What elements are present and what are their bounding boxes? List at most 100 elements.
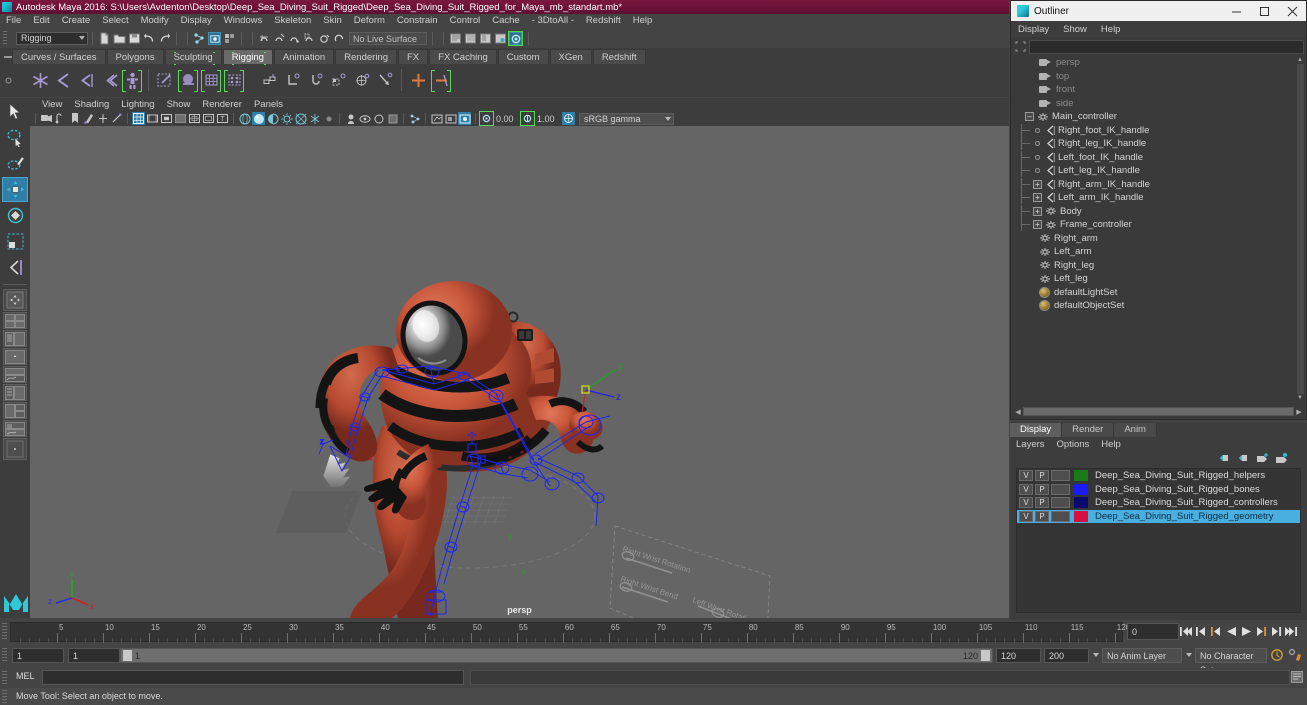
range-slider-grip[interactable]	[2, 648, 7, 662]
menu-windows[interactable]: Windows	[218, 14, 269, 28]
pole-vector-constraint-icon[interactable]	[375, 69, 395, 91]
xray-icon[interactable]	[358, 112, 371, 125]
menu-display[interactable]: Display	[175, 14, 218, 28]
expand-icon[interactable]: +	[1033, 193, 1042, 203]
outliner-menu-show[interactable]: Show	[1056, 24, 1094, 35]
add-influence-icon[interactable]	[408, 69, 428, 91]
play-backwards-icon[interactable]	[1225, 625, 1237, 639]
insert-joint-icon[interactable]	[99, 69, 119, 91]
layer-playback-toggle[interactable]: P	[1035, 510, 1049, 522]
viewport-menu-renderer[interactable]: Renderer	[196, 99, 248, 110]
expand-icon[interactable]: +	[1033, 220, 1042, 230]
shelf-tab-polygons[interactable]: Polygons	[106, 49, 164, 64]
snap-to-grid-button[interactable]	[258, 32, 271, 45]
scale-constraint-icon[interactable]	[329, 69, 349, 91]
go-to-end-icon[interactable]	[1285, 625, 1297, 639]
step-back-frame-icon[interactable]	[1210, 625, 1222, 639]
shelf-tab-sculpting[interactable]: Sculpting	[164, 49, 222, 65]
anim-end-field[interactable]: 200	[1044, 648, 1089, 663]
new-layer-from-selected-icon[interactable]	[1275, 452, 1287, 464]
outliner-item[interactable]: defaultObjectSet	[1013, 299, 1300, 313]
layer-row[interactable]: V P Deep_Sea_Diving_Suit_Rigged_controller…	[1017, 496, 1300, 510]
layer-color-swatch[interactable]	[1074, 497, 1088, 509]
expand-icon[interactable]: +	[1033, 206, 1042, 216]
cluster-deformer-icon[interactable]	[224, 69, 244, 92]
quick-layout-persp-graph-button[interactable]	[3, 366, 27, 383]
outliner-search-input[interactable]	[1029, 39, 1304, 54]
shelf-tab-fx[interactable]: FX	[398, 49, 429, 64]
exposure-toggle-icon[interactable]	[479, 111, 494, 126]
snap-to-view-plane-button[interactable]	[318, 32, 331, 45]
menu-deform[interactable]: Deform	[348, 14, 391, 28]
step-forward-key-icon[interactable]	[1270, 625, 1282, 639]
layer-visibility-toggle[interactable]: V	[1019, 483, 1033, 495]
layers-menu[interactable]: Layers	[1010, 439, 1051, 450]
select-by-hierarchy-button[interactable]	[193, 32, 206, 45]
layer-playback-toggle[interactable]: P	[1035, 497, 1049, 509]
outliner-item[interactable]: Right_leg_IK_handle	[1013, 137, 1300, 151]
grease-pencil-icon[interactable]	[110, 112, 123, 125]
tab-display[interactable]: Display	[1010, 423, 1063, 437]
paint-select-tool-button[interactable]	[2, 151, 28, 176]
menu-constrain[interactable]: Constrain	[391, 14, 444, 28]
range-start-handle[interactable]	[123, 650, 132, 661]
quick-layout-outliner-graph-button[interactable]	[3, 402, 27, 419]
command-output[interactable]	[470, 670, 1290, 685]
film-gate-icon[interactable]	[146, 112, 159, 125]
show-channel-box-button[interactable]	[479, 32, 492, 45]
resolution-gate-icon[interactable]	[160, 112, 173, 125]
lattice-deformer-icon[interactable]	[201, 69, 221, 92]
time-slider-track[interactable]: 5 10 15 20 25 30 35 40 45 50 55 60 65 70 75 80 85 90 95 100…	[10, 622, 1130, 643]
outliner-item[interactable]: + Frame_controller	[1013, 218, 1300, 232]
wireframe-shading-icon[interactable]	[238, 112, 251, 125]
outliner-item[interactable]: + Right_arm_IK_handle	[1013, 177, 1300, 192]
help-line-grip[interactable]	[2, 690, 7, 703]
menu-file[interactable]: File	[0, 14, 27, 28]
outliner-item[interactable]: top	[1013, 70, 1300, 84]
outliner-item[interactable]: Left_foot_IK_handle	[1013, 150, 1300, 165]
help-menu[interactable]: Help	[1095, 439, 1127, 450]
select-tool-button[interactable]	[2, 99, 28, 124]
show-modeling-toolkit-button[interactable]	[494, 32, 507, 45]
outliner-item[interactable]: Left_arm	[1013, 245, 1300, 259]
expand-icon[interactable]: +	[1033, 179, 1042, 189]
scroll-up-arrow-icon[interactable]: ▲	[1296, 56, 1304, 64]
show-attribute-editor-button[interactable]	[449, 32, 462, 45]
outliner-menu-display[interactable]: Display	[1011, 24, 1056, 35]
select-camera-icon[interactable]	[40, 112, 53, 125]
shelf-tab-custom[interactable]: Custom	[497, 49, 549, 64]
scroll-thumb[interactable]	[1023, 407, 1294, 416]
menu-modify[interactable]: Modify	[135, 14, 175, 28]
viewport-menu-lighting[interactable]: Lighting	[115, 99, 160, 110]
chevron-down-icon[interactable]	[1093, 653, 1099, 657]
menu-control[interactable]: Control	[444, 14, 487, 28]
shelf-tab-rendering[interactable]: Rendering	[335, 49, 397, 64]
outliner-item[interactable]: Left_leg_IK_handle	[1013, 164, 1300, 178]
make-live-button[interactable]	[333, 32, 346, 45]
scale-tool-button[interactable]	[2, 229, 28, 254]
outliner-item[interactable]: Right_foot_IK_handle	[1013, 123, 1300, 138]
outliner-item[interactable]: Right_arm	[1013, 232, 1300, 246]
tab-anim[interactable]: Anim	[1114, 423, 1157, 437]
layer-color-swatch[interactable]	[1074, 510, 1088, 522]
gamma-value[interactable]: 1.00	[535, 114, 561, 124]
menu-redshift[interactable]: Redshift	[580, 14, 627, 28]
undo-button[interactable]	[143, 32, 156, 45]
character-set-combo[interactable]: No Character Set	[1195, 648, 1267, 675]
outliner-item[interactable]: + Body	[1013, 204, 1300, 219]
menu-help[interactable]: Help	[627, 14, 659, 28]
layer-shading-toggle[interactable]	[1051, 470, 1070, 482]
step-back-key-icon[interactable]	[1195, 625, 1207, 639]
snap-to-projected-center-button[interactable]	[303, 32, 316, 45]
bind-skin-icon[interactable]	[122, 69, 142, 92]
playback-end-field[interactable]: 120	[996, 648, 1041, 663]
screen-space-ao-icon[interactable]	[308, 112, 321, 125]
rotate-tool-button[interactable]	[2, 203, 28, 228]
anim-start-field[interactable]: 1	[12, 648, 64, 663]
outliner-tree[interactable]: persp top front side – Main_controller Right_f…	[1013, 56, 1300, 404]
viewport-menu-panels[interactable]: Panels	[248, 99, 289, 110]
command-input[interactable]	[42, 670, 464, 685]
menu-create[interactable]: Create	[56, 14, 97, 28]
tab-render[interactable]: Render	[1062, 423, 1115, 437]
auto-keyframe-icon[interactable]	[1270, 648, 1284, 662]
